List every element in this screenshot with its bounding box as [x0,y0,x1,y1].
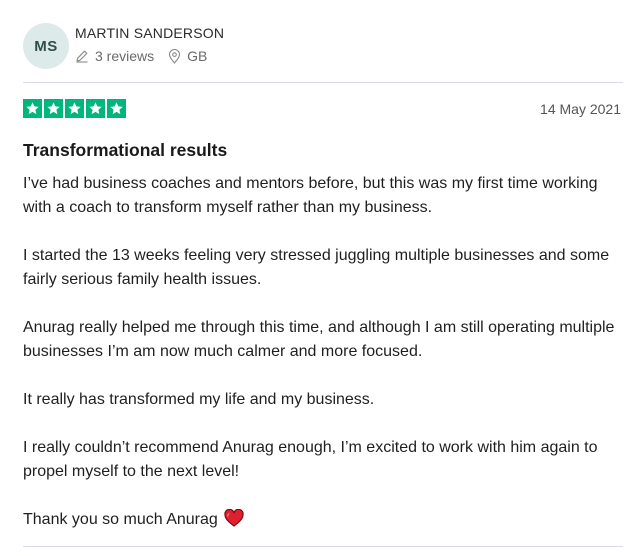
reviews-count-label: 3 reviews [95,48,155,64]
reviewer-header: MS MARTIN SANDERSON 3 reviews GB [23,21,623,69]
location-pin-icon [169,48,181,64]
reviewer-meta: 3 reviews GB [75,48,207,64]
pencil-icon [76,50,88,63]
star-icon [86,99,105,118]
divider [23,82,623,83]
review-paragraph: I’ve had business coaches and mentors be… [23,175,598,216]
review-paragraph: I started the 13 weeks feeling very stre… [23,247,610,288]
review-paragraph-last: Thank you so much Anurag [23,508,623,532]
reviewer-name[interactable]: MARTIN SANDERSON [75,25,224,41]
review-title[interactable]: Transformational results [23,140,227,161]
country-label: GB [187,48,208,64]
review-date: 14 May 2021 [540,101,621,117]
divider-bottom [23,546,623,547]
reviews-count: 3 reviews [75,48,154,64]
red-heart-icon [224,509,244,527]
review-paragraph: It really has transformed my life and my… [23,391,375,408]
closing-text: Thank you so much Anurag [23,511,218,528]
review-body: I’ve had business coaches and mentors be… [23,172,623,556]
star-rating [23,99,128,118]
review-paragraph: Anurag really helped me through this tim… [23,319,615,360]
star-icon [23,99,42,118]
star-icon [107,99,126,118]
avatar[interactable]: MS [23,23,69,69]
star-icon [65,99,84,118]
reviewer-country: GB [168,48,207,64]
review-card: MS MARTIN SANDERSON 3 reviews GB 14 May … [23,0,623,551]
review-paragraph: I really couldn’t recommend Anurag enoug… [23,439,598,480]
star-icon [44,99,63,118]
